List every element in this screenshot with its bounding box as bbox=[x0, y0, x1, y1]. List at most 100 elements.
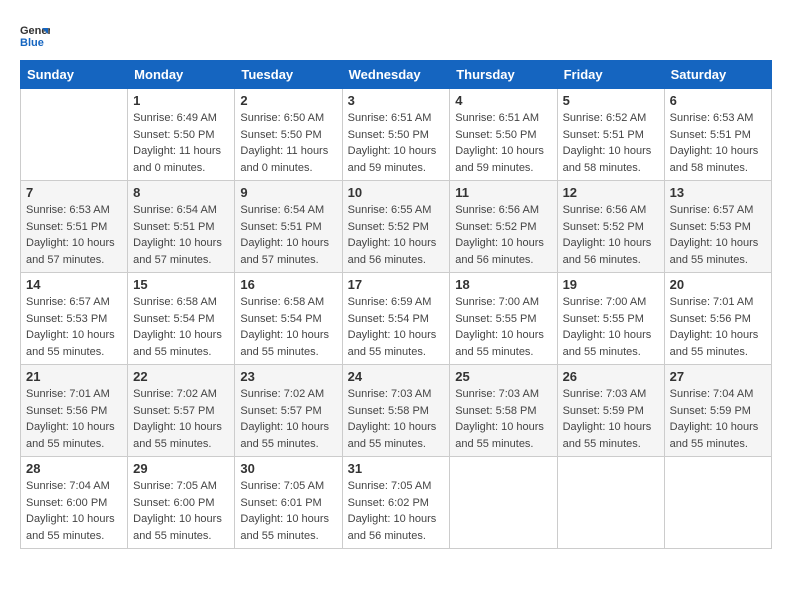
day-info: Sunrise: 7:05 AM Sunset: 6:01 PM Dayligh… bbox=[240, 478, 336, 544]
calendar-week-row: 1Sunrise: 6:49 AM Sunset: 5:50 PM Daylig… bbox=[21, 89, 772, 181]
day-info: Sunrise: 6:52 AM Sunset: 5:51 PM Dayligh… bbox=[563, 110, 659, 176]
day-info: Sunrise: 7:02 AM Sunset: 5:57 PM Dayligh… bbox=[240, 386, 336, 452]
calendar-cell: 7Sunrise: 6:53 AM Sunset: 5:51 PM Daylig… bbox=[21, 181, 128, 273]
calendar-cell: 1Sunrise: 6:49 AM Sunset: 5:50 PM Daylig… bbox=[128, 89, 235, 181]
day-number: 25 bbox=[455, 369, 551, 384]
weekday-header-cell: Monday bbox=[128, 61, 235, 89]
calendar-cell bbox=[557, 457, 664, 549]
day-number: 12 bbox=[563, 185, 659, 200]
calendar-cell: 5 Sunrise: 6:52 AM Sunset: 5:51 PM Daylig… bbox=[557, 89, 664, 181]
weekday-header-cell: Tuesday bbox=[235, 61, 342, 89]
calendar-cell: 15 Sunrise: 6:58 AM Sunset: 5:54 PM Dayli… bbox=[128, 273, 235, 365]
day-info: Sunrise: 6:58 AM Sunset: 5:54 PM Dayligh… bbox=[240, 294, 336, 360]
weekday-header-cell: Sunday bbox=[21, 61, 128, 89]
day-number: 14 bbox=[26, 277, 122, 292]
day-info: Sunrise: 6:58 AM Sunset: 5:54 PM Dayligh… bbox=[133, 294, 229, 360]
day-info: Sunrise: 6:57 AM Sunset: 5:53 PM Dayligh… bbox=[26, 294, 122, 360]
day-number: 17 bbox=[348, 277, 445, 292]
day-number: 19 bbox=[563, 277, 659, 292]
day-info: Sunrise: 6:51 AM Sunset: 5:50 PM Dayligh… bbox=[348, 110, 445, 176]
day-info: Sunrise: 7:03 AM Sunset: 5:59 PM Dayligh… bbox=[563, 386, 659, 452]
day-info: Sunrise: 6:56 AM Sunset: 5:52 PM Dayligh… bbox=[563, 202, 659, 268]
day-info: Sunrise: 7:03 AM Sunset: 5:58 PM Dayligh… bbox=[348, 386, 445, 452]
logo: General Blue bbox=[20, 20, 52, 50]
calendar-cell: 18Sunrise: 7:00 AM Sunset: 5:55 PM Dayli… bbox=[450, 273, 557, 365]
day-number: 9 bbox=[240, 185, 336, 200]
calendar-cell: 8Sunrise: 6:54 AM Sunset: 5:51 PM Daylig… bbox=[128, 181, 235, 273]
day-info: Sunrise: 6:54 AM Sunset: 5:51 PM Dayligh… bbox=[240, 202, 336, 268]
day-number: 31 bbox=[348, 461, 445, 476]
day-number: 29 bbox=[133, 461, 229, 476]
day-number: 11 bbox=[455, 185, 551, 200]
calendar-cell: 11 Sunrise: 6:56 AM Sunset: 5:52 PM Dayli… bbox=[450, 181, 557, 273]
day-info: Sunrise: 7:04 AM Sunset: 5:59 PM Dayligh… bbox=[670, 386, 766, 452]
calendar-cell: 12 Sunrise: 6:56 AM Sunset: 5:52 PM Dayli… bbox=[557, 181, 664, 273]
day-number: 15 bbox=[133, 277, 229, 292]
day-number: 23 bbox=[240, 369, 336, 384]
calendar-cell: 14 Sunrise: 6:57 AM Sunset: 5:53 PM Dayli… bbox=[21, 273, 128, 365]
calendar-week-row: 28Sunrise: 7:04 AM Sunset: 6:00 PM Dayli… bbox=[21, 457, 772, 549]
day-number: 8 bbox=[133, 185, 229, 200]
calendar-cell bbox=[21, 89, 128, 181]
calendar-week-row: 7Sunrise: 6:53 AM Sunset: 5:51 PM Daylig… bbox=[21, 181, 772, 273]
calendar-cell: 28Sunrise: 7:04 AM Sunset: 6:00 PM Dayli… bbox=[21, 457, 128, 549]
day-info: Sunrise: 7:04 AM Sunset: 6:00 PM Dayligh… bbox=[26, 478, 122, 544]
calendar-cell: 27 Sunrise: 7:04 AM Sunset: 5:59 PM Dayli… bbox=[664, 365, 771, 457]
day-info: Sunrise: 7:01 AM Sunset: 5:56 PM Dayligh… bbox=[670, 294, 766, 360]
calendar-cell: 6 Sunrise: 6:53 AM Sunset: 5:51 PM Daylig… bbox=[664, 89, 771, 181]
calendar-cell: 10 Sunrise: 6:55 AM Sunset: 5:52 PM Dayli… bbox=[342, 181, 450, 273]
day-info: Sunrise: 7:00 AM Sunset: 5:55 PM Dayligh… bbox=[563, 294, 659, 360]
weekday-header-row: SundayMondayTuesdayWednesdayThursdayFrid… bbox=[21, 61, 772, 89]
calendar-cell: 23 Sunrise: 7:02 AM Sunset: 5:57 PM Dayli… bbox=[235, 365, 342, 457]
day-number: 4 bbox=[455, 93, 551, 108]
day-number: 24 bbox=[348, 369, 445, 384]
calendar-cell: 13 Sunrise: 6:57 AM Sunset: 5:53 PM Dayli… bbox=[664, 181, 771, 273]
day-info: Sunrise: 6:50 AM Sunset: 5:50 PM Dayligh… bbox=[240, 110, 336, 176]
calendar-table: SundayMondayTuesdayWednesdayThursdayFrid… bbox=[20, 60, 772, 549]
day-info: Sunrise: 7:01 AM Sunset: 5:56 PM Dayligh… bbox=[26, 386, 122, 452]
day-info: Sunrise: 6:55 AM Sunset: 5:52 PM Dayligh… bbox=[348, 202, 445, 268]
logo-icon: General Blue bbox=[20, 20, 50, 50]
calendar-cell: 21Sunrise: 7:01 AM Sunset: 5:56 PM Dayli… bbox=[21, 365, 128, 457]
day-number: 6 bbox=[670, 93, 766, 108]
calendar-cell: 20 Sunrise: 7:01 AM Sunset: 5:56 PM Dayli… bbox=[664, 273, 771, 365]
day-info: Sunrise: 6:59 AM Sunset: 5:54 PM Dayligh… bbox=[348, 294, 445, 360]
day-number: 18 bbox=[455, 277, 551, 292]
day-number: 2 bbox=[240, 93, 336, 108]
calendar-cell: 19 Sunrise: 7:00 AM Sunset: 5:55 PM Dayli… bbox=[557, 273, 664, 365]
day-info: Sunrise: 6:56 AM Sunset: 5:52 PM Dayligh… bbox=[455, 202, 551, 268]
day-number: 22 bbox=[133, 369, 229, 384]
day-number: 5 bbox=[563, 93, 659, 108]
day-info: Sunrise: 6:51 AM Sunset: 5:50 PM Dayligh… bbox=[455, 110, 551, 176]
day-number: 10 bbox=[348, 185, 445, 200]
calendar-cell: 3 Sunrise: 6:51 AM Sunset: 5:50 PM Daylig… bbox=[342, 89, 450, 181]
svg-text:Blue: Blue bbox=[20, 37, 44, 49]
weekday-header-cell: Saturday bbox=[664, 61, 771, 89]
day-number: 13 bbox=[670, 185, 766, 200]
day-info: Sunrise: 7:03 AM Sunset: 5:58 PM Dayligh… bbox=[455, 386, 551, 452]
calendar-cell: 16 Sunrise: 6:58 AM Sunset: 5:54 PM Dayli… bbox=[235, 273, 342, 365]
calendar-cell: 25 Sunrise: 7:03 AM Sunset: 5:58 PM Dayli… bbox=[450, 365, 557, 457]
calendar-week-row: 21Sunrise: 7:01 AM Sunset: 5:56 PM Dayli… bbox=[21, 365, 772, 457]
calendar-cell: 30 Sunrise: 7:05 AM Sunset: 6:01 PM Dayli… bbox=[235, 457, 342, 549]
calendar-cell: 29 Sunrise: 7:05 AM Sunset: 6:00 PM Dayli… bbox=[128, 457, 235, 549]
day-number: 3 bbox=[348, 93, 445, 108]
weekday-header-cell: Friday bbox=[557, 61, 664, 89]
calendar-cell bbox=[664, 457, 771, 549]
day-info: Sunrise: 7:02 AM Sunset: 5:57 PM Dayligh… bbox=[133, 386, 229, 452]
day-number: 1 bbox=[133, 93, 229, 108]
page-header: General Blue bbox=[20, 20, 772, 50]
day-info: Sunrise: 7:05 AM Sunset: 6:00 PM Dayligh… bbox=[133, 478, 229, 544]
calendar-week-row: 14 Sunrise: 6:57 AM Sunset: 5:53 PM Dayli… bbox=[21, 273, 772, 365]
calendar-cell: 17 Sunrise: 6:59 AM Sunset: 5:54 PM Dayli… bbox=[342, 273, 450, 365]
calendar-cell: 2 Sunrise: 6:50 AM Sunset: 5:50 PM Daylig… bbox=[235, 89, 342, 181]
day-number: 30 bbox=[240, 461, 336, 476]
day-info: Sunrise: 7:05 AM Sunset: 6:02 PM Dayligh… bbox=[348, 478, 445, 544]
day-number: 27 bbox=[670, 369, 766, 384]
calendar-body: 1Sunrise: 6:49 AM Sunset: 5:50 PM Daylig… bbox=[21, 89, 772, 549]
day-number: 20 bbox=[670, 277, 766, 292]
day-number: 16 bbox=[240, 277, 336, 292]
weekday-header-cell: Wednesday bbox=[342, 61, 450, 89]
day-info: Sunrise: 6:57 AM Sunset: 5:53 PM Dayligh… bbox=[670, 202, 766, 268]
day-info: Sunrise: 6:53 AM Sunset: 5:51 PM Dayligh… bbox=[670, 110, 766, 176]
